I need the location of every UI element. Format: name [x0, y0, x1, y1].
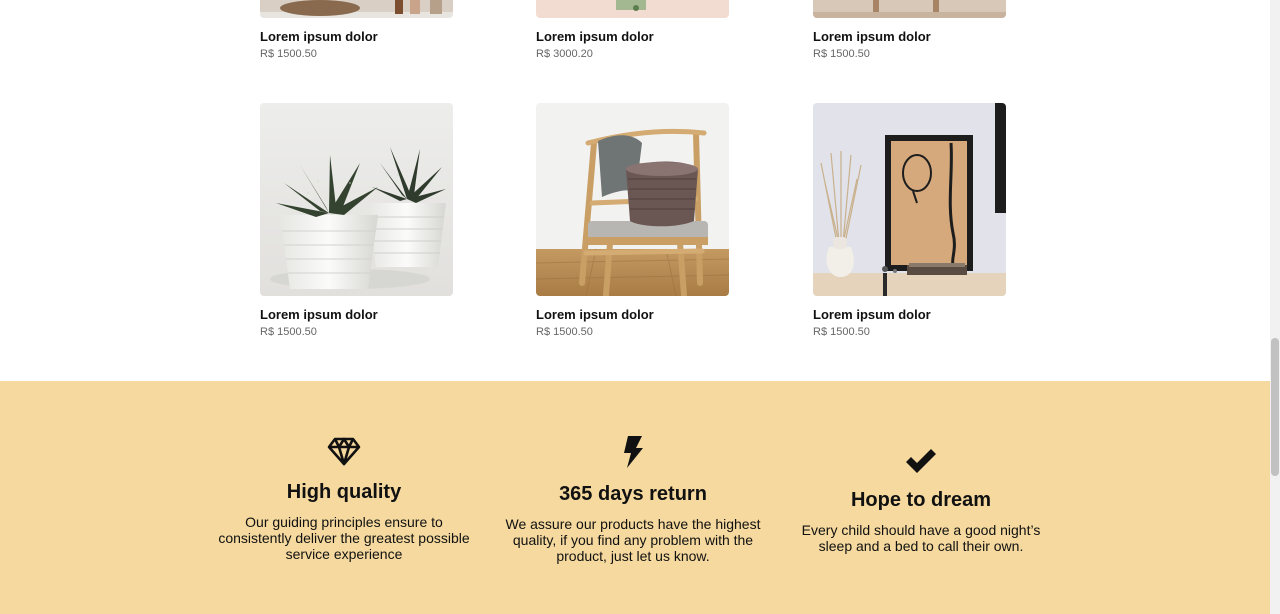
- product-image-succulent[interactable]: [260, 103, 453, 296]
- vertical-scrollbar[interactable]: [1270, 0, 1280, 614]
- feature-365-days-return: 365 days return We assure our products h…: [504, 435, 762, 564]
- product-image-artwork[interactable]: [813, 103, 1006, 296]
- product-name[interactable]: Lorem ipsum dolor: [536, 29, 729, 44]
- product-card[interactable]: Lorem ipsum dolor R$ 3000.20: [536, 0, 729, 61]
- product-price: R$ 1500.50: [260, 326, 317, 338]
- product-price: R$ 1500.50: [260, 48, 317, 60]
- product-image-chair[interactable]: [536, 103, 729, 296]
- page: Lorem ipsum dolor R$ 1500.50 Lorem ipsum…: [0, 0, 1270, 614]
- product-name[interactable]: Lorem ipsum dolor: [536, 307, 729, 322]
- feature-description: We assure our products have the highest …: [505, 516, 761, 564]
- checkmark-icon: [906, 449, 936, 473]
- product-card[interactable]: Lorem ipsum dolor R$ 1500.50: [813, 0, 1006, 61]
- product-card[interactable]: Lorem ipsum dolor R$ 1500.50: [813, 103, 1006, 339]
- product-name[interactable]: Lorem ipsum dolor: [260, 307, 453, 322]
- product-card[interactable]: Lorem ipsum dolor R$ 1500.50: [260, 0, 453, 61]
- feature-title: 365 days return: [559, 483, 707, 505]
- product-price: R$ 1500.50: [813, 48, 870, 60]
- lightning-bolt-icon: [624, 436, 643, 468]
- product-price: R$ 1500.50: [813, 326, 870, 338]
- product-name[interactable]: Lorem ipsum dolor: [813, 29, 1006, 44]
- diamond-icon: [327, 437, 361, 466]
- product-image[interactable]: [260, 0, 453, 18]
- product-price: R$ 3000.20: [536, 48, 593, 60]
- product-name[interactable]: Lorem ipsum dolor: [260, 29, 453, 44]
- product-image[interactable]: [813, 0, 1006, 18]
- features-section: High quality Our guiding principles ensu…: [0, 381, 1270, 614]
- product-image[interactable]: [536, 0, 729, 18]
- feature-hope-to-dream: Hope to dream Every child should have a …: [796, 448, 1046, 554]
- feature-description: Every child should have a good night’s s…: [801, 522, 1041, 554]
- feature-high-quality: High quality Our guiding principles ensu…: [218, 436, 470, 562]
- product-card[interactable]: Lorem ipsum dolor R$ 1500.50: [536, 103, 729, 339]
- feature-description: Our guiding principles ensure to consist…: [218, 514, 470, 562]
- product-price: R$ 1500.50: [536, 326, 593, 338]
- product-name[interactable]: Lorem ipsum dolor: [813, 307, 1006, 322]
- feature-title: High quality: [286, 481, 402, 503]
- scrollbar-thumb[interactable]: [1271, 338, 1279, 476]
- product-card[interactable]: Lorem ipsum dolor R$ 1500.50: [260, 103, 453, 339]
- feature-title: Hope to dream: [850, 489, 992, 511]
